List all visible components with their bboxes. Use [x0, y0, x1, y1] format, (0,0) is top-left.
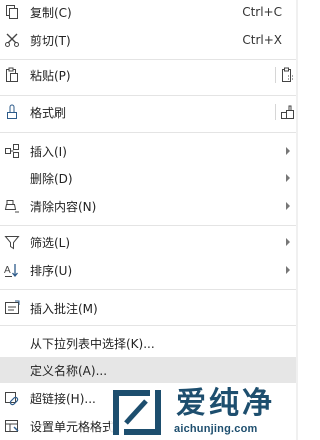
copy-icon: [4, 4, 20, 20]
watermark-title: 爱纯净: [176, 386, 275, 421]
hyperlink-label: 超链接(H)...: [30, 391, 96, 406]
copy-shortcut: Ctrl+C: [242, 5, 282, 19]
insert-comment-label: 插入批注(M): [30, 301, 98, 316]
link-icon: [4, 390, 20, 406]
cut-shortcut: Ctrl+X: [242, 33, 282, 47]
menu-item-insert-comment[interactable]: 插入批注(M): [0, 298, 296, 318]
menu-edge: [296, 0, 298, 440]
menu-item-insert[interactable]: 插入(I): [0, 141, 296, 161]
format-cells-icon: [4, 418, 20, 434]
insert-label: 插入(I): [30, 144, 67, 159]
submenu-arrow-icon: [285, 266, 291, 274]
separator: [0, 132, 298, 133]
format-painter-label: 格式刷: [30, 105, 67, 120]
filter-label: 筛选(L): [30, 235, 71, 250]
clear-content-label: 清除内容(N): [30, 199, 97, 214]
separator: [0, 289, 298, 290]
submenu-arrow-icon: [285, 202, 291, 210]
copy-label: 复制(C): [30, 5, 72, 20]
menu-item-delete[interactable]: 删除(D): [0, 168, 296, 188]
comment-icon: [4, 300, 20, 316]
delete-label: 删除(D): [30, 171, 73, 186]
menu-item-cut[interactable]: 剪切(T) Ctrl+X: [0, 30, 296, 50]
separator: [0, 225, 298, 226]
context-menu: 复制(C) Ctrl+C 剪切(T) Ctrl+X 粘贴(P) 格式刷 插入(I…: [0, 0, 298, 440]
format-painter-repeat-icon[interactable]: [279, 104, 295, 120]
submenu-arrow-icon: [285, 238, 291, 246]
menu-item-define-name[interactable]: 定义名称(A)...: [0, 357, 296, 383]
menu-item-filter[interactable]: 筛选(L): [0, 232, 296, 252]
menu-item-paste[interactable]: 粘贴(P): [0, 65, 296, 85]
separator: [0, 95, 298, 96]
cut-label: 剪切(T): [30, 33, 71, 48]
separator: [0, 59, 298, 60]
insert-icon: [4, 143, 20, 159]
menu-item-format-painter[interactable]: 格式刷: [0, 101, 296, 123]
paste-label: 粘贴(P): [30, 68, 71, 83]
sort-label: 排序(U): [30, 263, 73, 278]
scissors-icon: [4, 32, 20, 48]
svg-text:A: A: [4, 265, 11, 276]
separator: [0, 325, 298, 326]
paste-options-icon[interactable]: [279, 67, 295, 83]
split-divider: [275, 104, 276, 120]
watermark-logo-icon: [110, 385, 164, 440]
menu-item-copy[interactable]: 复制(C) Ctrl+C: [0, 2, 296, 22]
submenu-arrow-icon: [285, 174, 291, 182]
pick-from-list-label: 从下拉列表中选择(K)...: [30, 336, 155, 351]
menu-item-sort[interactable]: A 排序(U): [0, 260, 296, 280]
submenu-arrow-icon: [285, 147, 291, 155]
format-painter-icon: [4, 104, 20, 120]
eraser-icon: [4, 198, 20, 214]
define-name-label: 定义名称(A)...: [30, 363, 108, 378]
menu-item-pick-from-list[interactable]: 从下拉列表中选择(K)...: [0, 333, 296, 353]
split-divider: [275, 67, 276, 83]
paste-icon: [4, 67, 20, 83]
watermark: 爱纯净 aichunjing.com: [110, 385, 298, 440]
sort-icon: A: [4, 262, 20, 278]
menu-item-clear-content[interactable]: 清除内容(N): [0, 196, 296, 216]
format-cells-label: 设置单元格格式: [30, 419, 115, 434]
watermark-url: aichunjing.com: [174, 423, 258, 435]
filter-icon: [4, 234, 20, 250]
